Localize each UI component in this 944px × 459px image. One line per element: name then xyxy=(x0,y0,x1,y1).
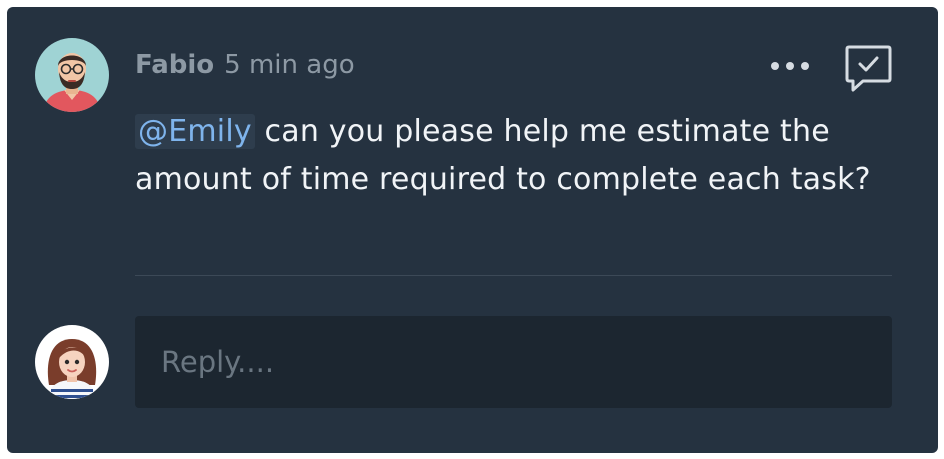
male-avatar-icon xyxy=(35,38,109,112)
comment-timestamp: 5 min ago xyxy=(224,50,355,80)
comment-meta: Fabio 5 min ago xyxy=(135,47,355,83)
user-mention[interactable]: @Emily xyxy=(135,114,255,149)
author-name[interactable]: Fabio xyxy=(135,50,214,80)
comment-card: Fabio 5 min ago @Emily can you please hel… xyxy=(7,7,938,453)
reply-input[interactable] xyxy=(135,316,892,408)
resolve-comment-button[interactable] xyxy=(841,41,895,95)
more-options-button[interactable] xyxy=(765,50,815,80)
current-user-avatar xyxy=(35,325,109,399)
comment-check-icon xyxy=(845,45,892,92)
author-avatar[interactable] xyxy=(35,38,109,112)
comment-body: @Emily can you please help me estimate t… xyxy=(135,108,875,204)
female-avatar-icon xyxy=(35,325,109,399)
divider xyxy=(135,275,892,276)
